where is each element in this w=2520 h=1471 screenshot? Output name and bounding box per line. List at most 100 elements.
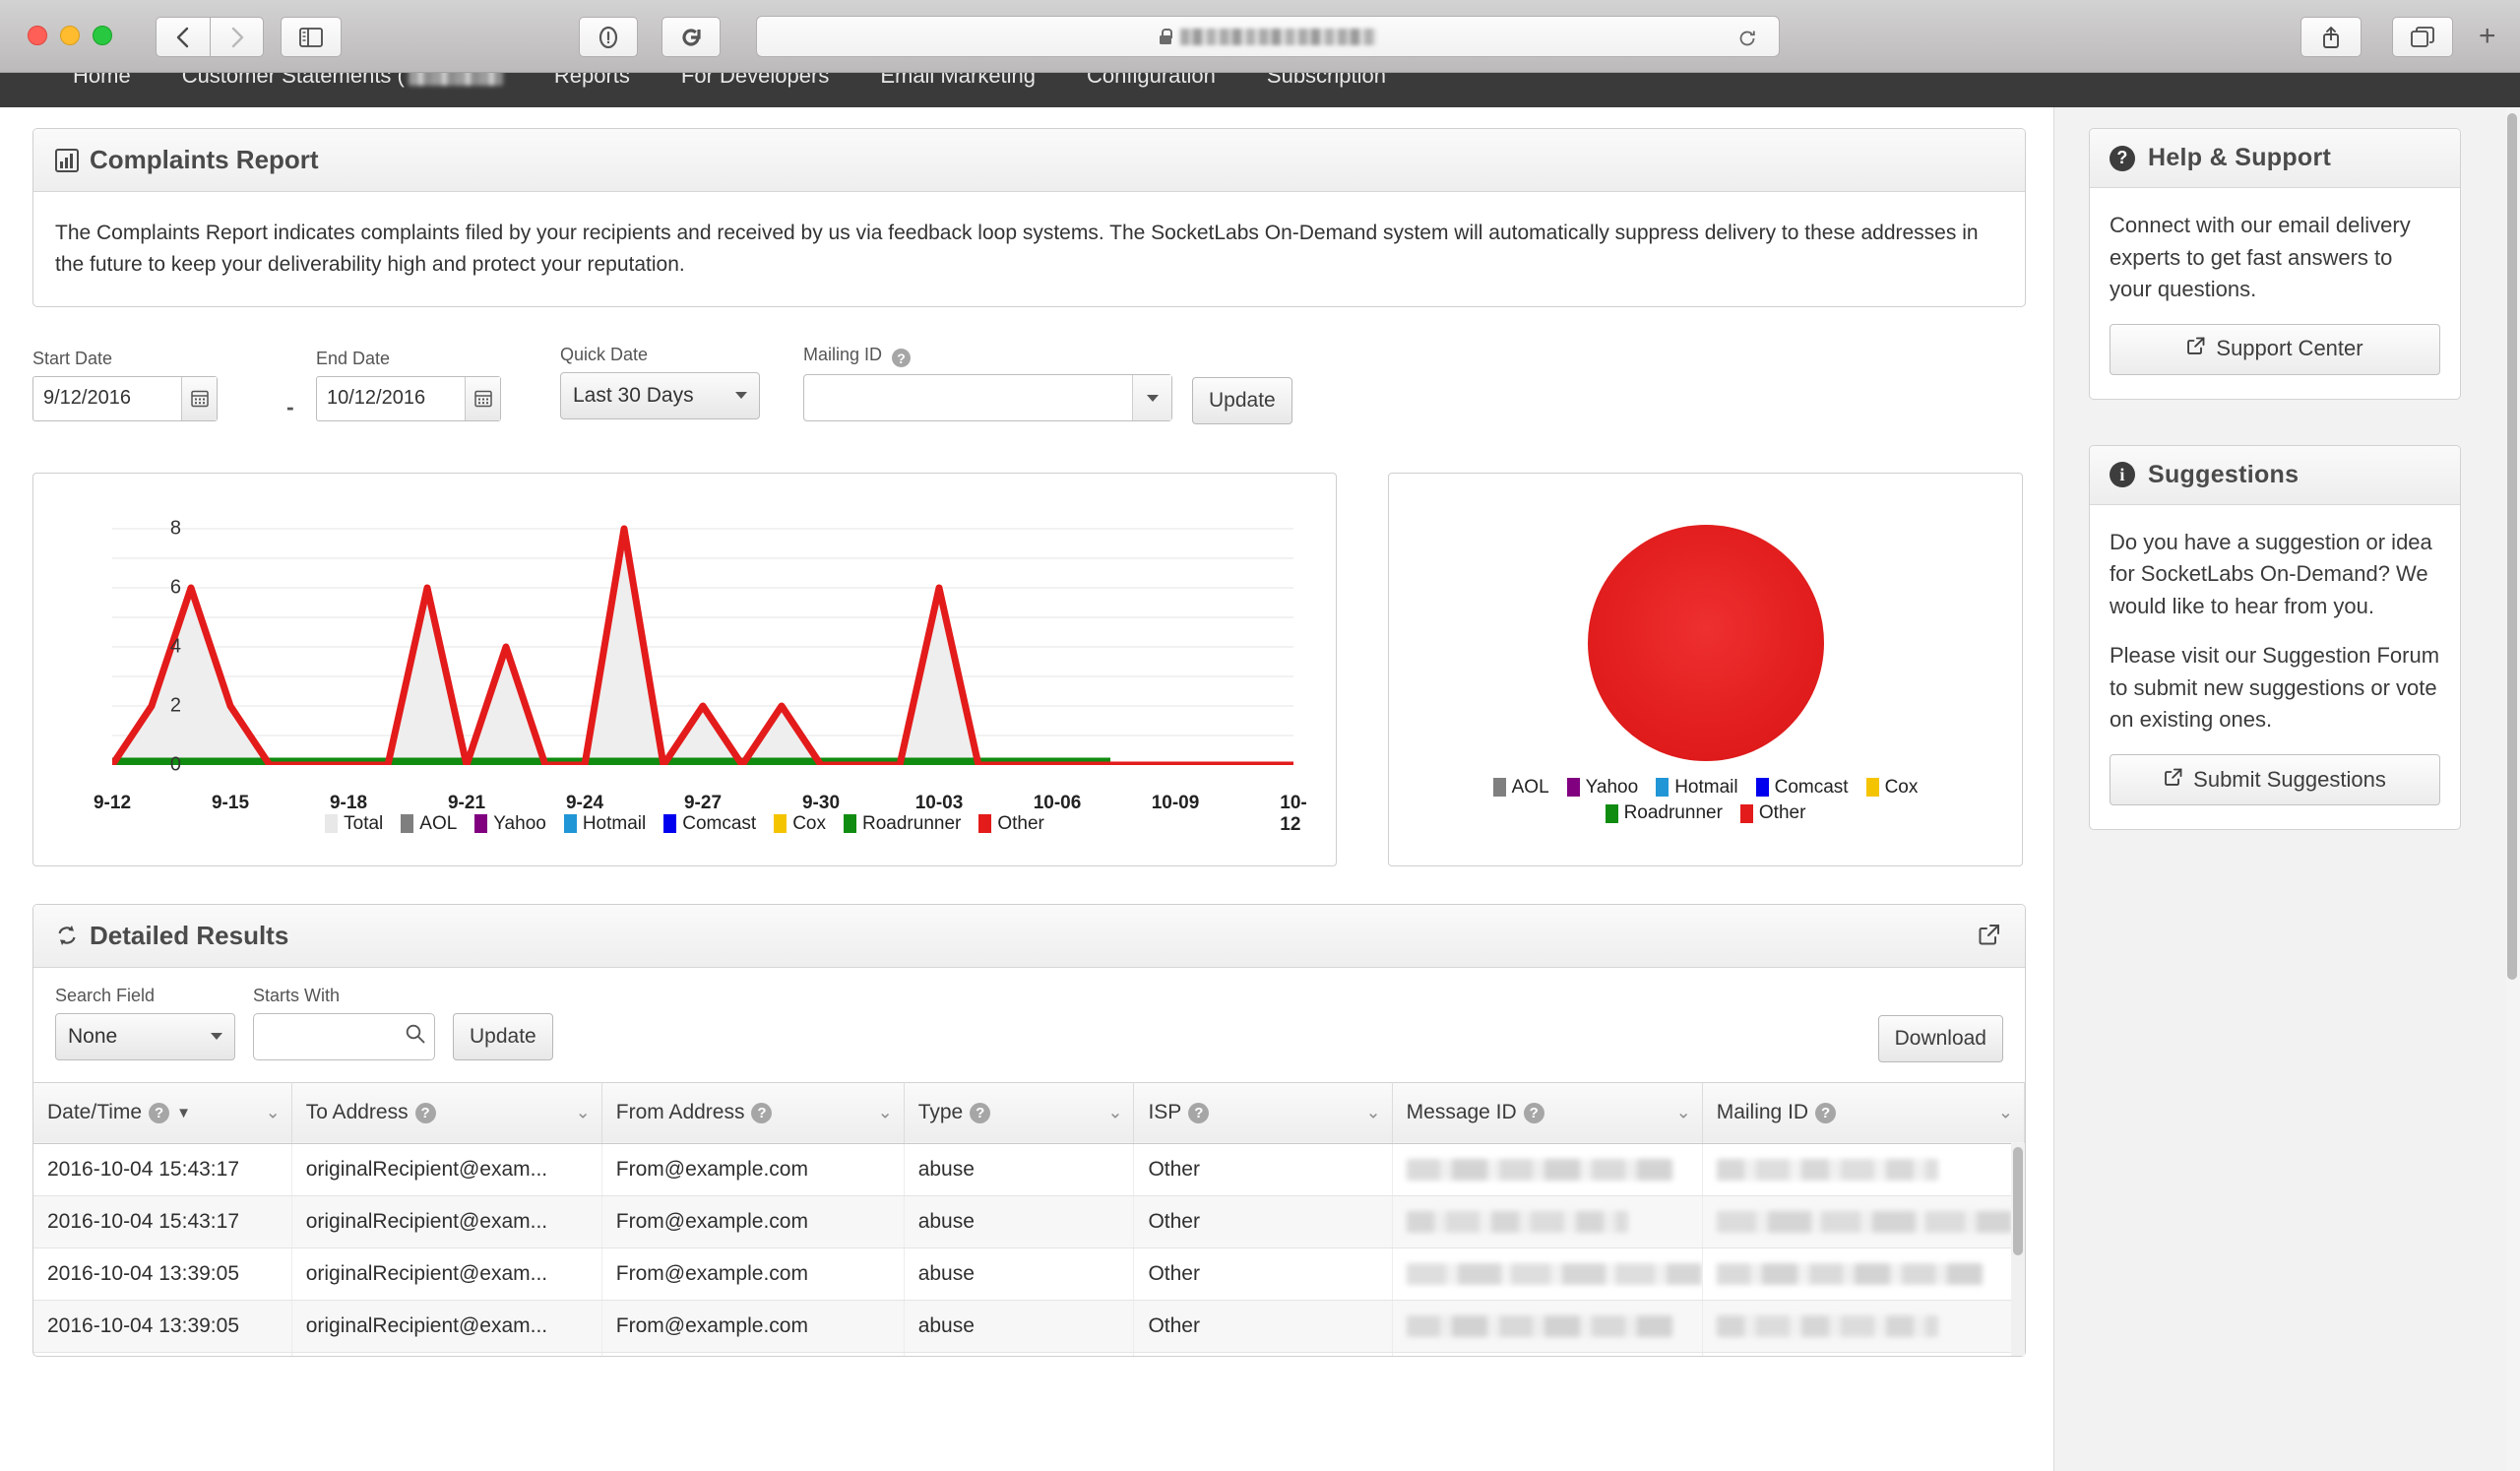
- column-header-isp[interactable]: ISP? ⌄: [1133, 1081, 1393, 1144]
- table-row[interactable]: 2016-10-04 13:39:05 originalRecipient@exa…: [33, 1247, 2025, 1301]
- column-menu-icon[interactable]: ⌄: [1676, 1103, 1691, 1123]
- support-center-button[interactable]: Support Center: [2110, 323, 2440, 375]
- quick-date-select[interactable]: Last 30 Days: [560, 371, 760, 419]
- cell-datetime: 2016-10-04 15:43:17: [33, 1195, 292, 1248]
- legend-swatch: [1605, 803, 1618, 823]
- nav-item-email-marketing[interactable]: Email Marketing: [854, 73, 1061, 89]
- site-navigation-bar: Home Customer Statements (Reports For Deve…: [0, 73, 2520, 107]
- reload-icon[interactable]: [1737, 29, 1757, 53]
- results-update-button[interactable]: Update: [453, 1012, 553, 1060]
- column-header-to-address[interactable]: To Address? ⌄: [291, 1081, 602, 1144]
- column-menu-icon[interactable]: ⌄: [878, 1103, 893, 1123]
- nav-item-label: For Developers: [680, 73, 830, 88]
- share-icon[interactable]: [2300, 17, 2362, 57]
- redacted-value: [1406, 1314, 1672, 1337]
- nav-item-reports[interactable]: Reports: [529, 73, 656, 89]
- cell-message-id: [1392, 1247, 1703, 1301]
- help-icon[interactable]: ?: [970, 1102, 991, 1123]
- table-row[interactable]: 2016-10-04 15:43:17 originalRecipient@exa…: [33, 1195, 2025, 1248]
- help-icon[interactable]: ?: [149, 1102, 170, 1123]
- nav-item-subscription[interactable]: Subscription: [1241, 73, 1412, 89]
- sidebar-icon[interactable]: [281, 17, 342, 57]
- cell-isp: Other: [1133, 1143, 1393, 1196]
- table-row[interactable]: 2016-10-04 15:43:17 originalRecipient@exa…: [33, 1143, 2025, 1196]
- address-bar[interactable]: [756, 16, 1780, 57]
- column-header-from-address[interactable]: From Address? ⌄: [601, 1081, 905, 1144]
- start-date-input[interactable]: 9/12/2016: [32, 375, 218, 421]
- legend-swatch: [1492, 778, 1506, 798]
- legend-swatch: [325, 814, 339, 834]
- page-scrollbar-thumb[interactable]: [2507, 113, 2517, 980]
- calendar-icon[interactable]: [181, 376, 217, 420]
- table-row[interactable]: 2016-10-04 13:39:04originalRecipient@exa…: [33, 1352, 2025, 1356]
- help-icon[interactable]: ?: [1815, 1102, 1837, 1123]
- nav-item-customer-statements[interactable]: Customer Statements (: [157, 73, 529, 89]
- table-row[interactable]: 2016-10-04 13:39:05 originalRecipient@exa…: [33, 1300, 2025, 1353]
- minimize-window-button[interactable]: [60, 26, 80, 45]
- refresh-icon[interactable]: [55, 924, 79, 947]
- legend-item: AOL: [1492, 777, 1549, 799]
- redacted-value: [1406, 1262, 1702, 1285]
- page-scrollbar-track[interactable]: [2506, 107, 2520, 1471]
- start-date-label: Start Date: [32, 348, 113, 368]
- table-scrollbar-track[interactable]: [2011, 1142, 2025, 1356]
- search-input[interactable]: [262, 1024, 405, 1050]
- nav-item-for-developers[interactable]: For Developers: [656, 73, 854, 89]
- help-icon[interactable]: ?: [1523, 1102, 1544, 1123]
- cell-isp: Other: [1133, 1247, 1393, 1301]
- search-field-select[interactable]: None: [55, 1012, 235, 1060]
- calendar-icon[interactable]: [465, 376, 500, 420]
- column-menu-icon[interactable]: ⌄: [266, 1103, 281, 1123]
- column-header-mailing-id[interactable]: Mailing ID? ⌄: [1702, 1081, 2025, 1144]
- column-header-date-time[interactable]: Date/Time? ▼ ⌄: [33, 1081, 292, 1144]
- update-filters-button[interactable]: Update: [1192, 376, 1292, 424]
- reader-icon[interactable]: [579, 17, 638, 57]
- search-icon[interactable]: [405, 1023, 426, 1050]
- help-icon[interactable]: ?: [414, 1102, 436, 1123]
- report-description: The Complaints Report indicates complain…: [55, 222, 1979, 276]
- legend-swatch: [774, 814, 788, 834]
- suggestions-text-1: Do you have a suggestion or idea for Soc…: [2110, 529, 2432, 618]
- page-content: Complaints Report The Complaints Report …: [0, 107, 2520, 1471]
- url-text-redacted: [1179, 28, 1377, 45]
- column-menu-icon[interactable]: ⌄: [576, 1103, 591, 1123]
- mailing-id-combobox[interactable]: [803, 374, 1172, 422]
- maximize-window-button[interactable]: [93, 26, 112, 45]
- column-menu-icon[interactable]: ⌄: [1366, 1103, 1381, 1123]
- download-button[interactable]: Download: [1877, 1014, 2003, 1062]
- legend-item: Roadrunner: [1605, 802, 1723, 824]
- back-icon[interactable]: [156, 17, 210, 57]
- column-menu-icon[interactable]: ⌄: [1107, 1103, 1122, 1123]
- help-support-text: Connect with our email delivery experts …: [2110, 213, 2411, 302]
- table-scrollbar-thumb[interactable]: [2013, 1146, 2023, 1255]
- mailing-id-label: Mailing ID ?: [803, 345, 1172, 368]
- submit-suggestions-button[interactable]: Submit Suggestions: [2110, 753, 2440, 805]
- help-icon[interactable]: ?: [751, 1102, 773, 1123]
- help-icon[interactable]: ?: [1188, 1102, 1210, 1123]
- help-icon[interactable]: ?: [892, 349, 912, 368]
- isp-breakdown-pie-chart: AOL Yahoo Hotmail Comcast Cox Roadrunner Other: [1388, 472, 2023, 866]
- starts-with-input-wrap[interactable]: [253, 1012, 435, 1060]
- forward-icon[interactable]: [210, 17, 264, 57]
- external-link-icon: [2164, 764, 2183, 797]
- nav-item-home[interactable]: Home: [47, 73, 157, 89]
- cell-message-id: [1392, 1352, 1703, 1356]
- new-tab-icon[interactable]: +: [2479, 22, 2496, 51]
- nav-item-configuration[interactable]: Configuration: [1061, 73, 1241, 89]
- column-header-label: From Address: [615, 1101, 745, 1124]
- chevron-down-icon[interactable]: [1132, 375, 1171, 421]
- cell-type: abuse: [904, 1143, 1135, 1196]
- column-header-type[interactable]: Type? ⌄: [904, 1081, 1135, 1144]
- cell-type: abuse: [904, 1195, 1135, 1248]
- tabs-icon[interactable]: [2392, 17, 2453, 57]
- end-date-input[interactable]: 10/12/2016: [316, 375, 501, 421]
- close-window-button[interactable]: [28, 26, 47, 45]
- open-in-new-window-icon[interactable]: [1978, 923, 2001, 953]
- refresh-icon[interactable]: [662, 17, 721, 57]
- legend-item: Yahoo: [1566, 777, 1638, 799]
- column-menu-icon[interactable]: ⌄: [1998, 1103, 2013, 1123]
- column-header-message-id[interactable]: Message ID? ⌄: [1392, 1081, 1703, 1144]
- legend-swatch: [1656, 778, 1670, 798]
- mailing-id-input[interactable]: [804, 375, 1132, 420]
- cell-to-address: originalRecipient@exam...: [291, 1247, 602, 1301]
